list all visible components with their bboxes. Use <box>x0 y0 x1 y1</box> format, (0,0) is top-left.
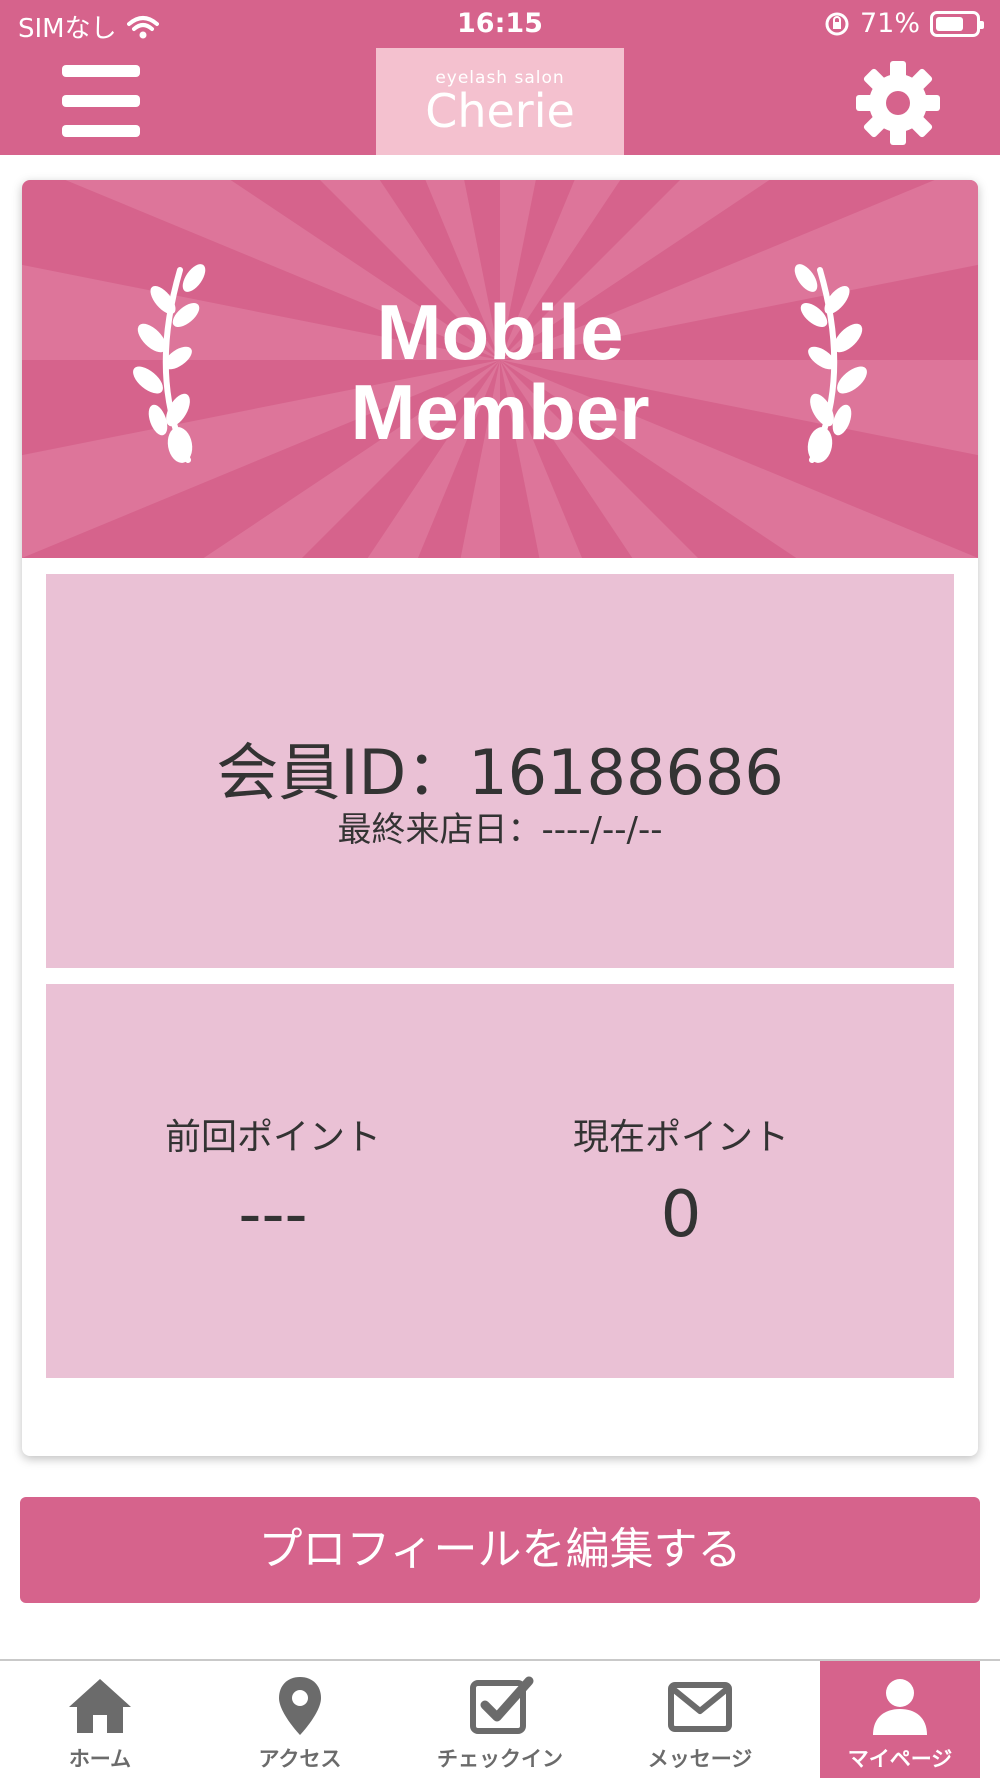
logo-title: Cherie <box>425 84 575 138</box>
checkbox-icon <box>470 1676 534 1734</box>
member-card: Mobile Member 会員ID：16188686 最終来店日：----/-… <box>22 180 978 1456</box>
tab-home-label: ホーム <box>68 1747 132 1771</box>
current-points: 現在ポイント 0 <box>454 1108 908 1252</box>
member-id: 会員ID：16188686 <box>216 736 784 809</box>
rotation-lock-icon <box>825 12 849 35</box>
map-pin-icon <box>279 1677 321 1735</box>
tab-message[interactable]: メッセージ <box>620 1661 780 1778</box>
banner-title-line2: Member <box>350 368 650 456</box>
mobile-member-banner: Mobile Member <box>22 180 978 558</box>
tab-message-label: メッセージ <box>647 1747 753 1771</box>
tab-mypage-label: マイページ <box>847 1747 953 1771</box>
battery-level <box>936 16 963 31</box>
tab-checkin[interactable]: チェックイン <box>420 1661 580 1778</box>
hamburger-menu-icon[interactable] <box>58 65 144 137</box>
current-points-value: 0 <box>660 1178 702 1252</box>
tab-checkin-label: チェックイン <box>437 1747 563 1771</box>
envelope-icon <box>668 1682 732 1732</box>
points-panel: 前回ポイント --- 現在ポイント 0 <box>46 984 954 1378</box>
home-icon <box>69 1679 131 1733</box>
gear-icon[interactable] <box>855 60 941 146</box>
tab-access[interactable]: アクセス <box>220 1661 380 1778</box>
previous-points: 前回ポイント --- <box>46 1108 500 1252</box>
tab-mypage[interactable]: マイページ <box>820 1661 980 1778</box>
logo-subtitle: eyelash salon <box>435 68 565 88</box>
battery-percent: 71% <box>859 8 920 39</box>
previous-points-label: 前回ポイント <box>164 1117 381 1158</box>
last-visit-date: 最終来店日：----/--/-- <box>337 810 663 850</box>
user-icon <box>873 1679 927 1735</box>
tab-home[interactable]: ホーム <box>20 1661 180 1778</box>
banner-title: Mobile Member <box>22 292 978 452</box>
app-header: SIMなし 16:15 71% eyelash salon Cherie <box>0 0 1000 155</box>
edit-profile-button[interactable]: プロフィールを編集する <box>20 1497 980 1603</box>
bottom-tab-bar: ホーム アクセス チェックイン メッセージ マイページ <box>0 1659 1000 1778</box>
status-bar: SIMなし 16:15 71% <box>0 0 1000 48</box>
salon-logo: eyelash salon Cherie <box>376 48 624 155</box>
banner-title-line1: Mobile <box>376 288 624 376</box>
battery-icon <box>930 10 984 37</box>
previous-points-value: --- <box>238 1178 308 1252</box>
member-id-panel: 会員ID：16188686 最終来店日：----/--/-- <box>46 574 954 968</box>
current-points-label: 現在ポイント <box>572 1117 789 1158</box>
mypage-screen: SIMなし 16:15 71% eyelash salon Cherie Mob… <box>0 0 1000 1778</box>
tab-access-label: アクセス <box>258 1747 342 1771</box>
